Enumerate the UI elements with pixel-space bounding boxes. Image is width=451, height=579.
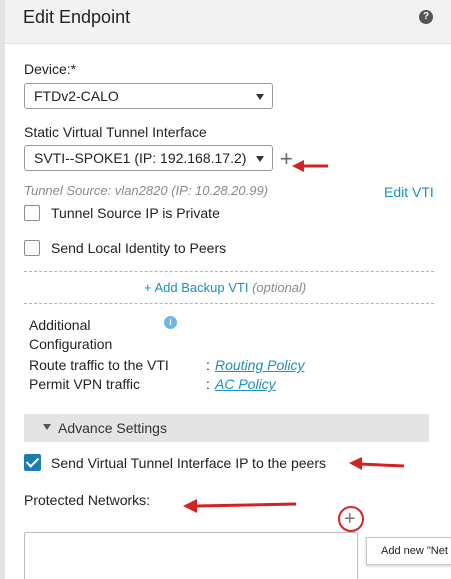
dialog-title: Edit Endpoint bbox=[23, 7, 131, 27]
tunnel-source-text: Tunnel Source: vlan2820 (IP: 10.28.20.99… bbox=[24, 183, 269, 198]
divider bbox=[24, 303, 434, 304]
additional-label-line2: Configuration bbox=[29, 336, 113, 352]
annotation-arrow-icon bbox=[349, 457, 405, 470]
add-new-network-popup[interactable]: Add new "Net bbox=[366, 537, 451, 565]
send-local-identity-label: Send Local Identity to Peers bbox=[51, 240, 227, 256]
additional-configuration-label: Additional Configuration bbox=[29, 316, 112, 354]
add-new-network-label: Add new "Net bbox=[381, 545, 448, 557]
send-vti-ip-checkbox[interactable] bbox=[24, 454, 41, 471]
svti-select-value: SVTI--SPOKE1 (IP: 192.168.17.2) bbox=[34, 150, 247, 166]
advance-settings-label: Advance Settings bbox=[58, 420, 167, 436]
routing-policy-link[interactable]: Routing Policy bbox=[215, 357, 305, 373]
left-panel-border bbox=[0, 0, 5, 579]
device-select[interactable]: FTDv2-CALO bbox=[24, 83, 273, 109]
route-traffic-label: Route traffic to the VTI bbox=[29, 357, 169, 373]
dialog-header: Edit Endpoint ? bbox=[5, 0, 451, 44]
additional-label-line1: Additional bbox=[29, 317, 91, 333]
tunnel-source-private-label: Tunnel Source IP is Private bbox=[51, 205, 220, 221]
chevron-down-icon bbox=[256, 156, 264, 162]
add-backup-vti-label: + Add Backup VTI bbox=[144, 280, 249, 295]
send-vti-ip-label: Send Virtual Tunnel Interface IP to the … bbox=[51, 455, 326, 471]
protected-networks-list[interactable] bbox=[24, 532, 358, 579]
device-select-value: FTDv2-CALO bbox=[34, 88, 119, 104]
chevron-down-icon bbox=[256, 94, 264, 100]
svti-label: Static Virtual Tunnel Interface bbox=[24, 124, 207, 140]
protected-networks-label: Protected Networks: bbox=[24, 492, 151, 508]
question-circle-icon[interactable]: ? bbox=[419, 10, 433, 24]
device-label: Device:* bbox=[24, 61, 77, 77]
advance-settings-toggle[interactable]: Advance Settings bbox=[24, 414, 429, 442]
annotation-arrow-icon bbox=[183, 499, 297, 513]
svti-select[interactable]: SVTI--SPOKE1 (IP: 192.168.17.2) bbox=[24, 145, 273, 171]
permit-colon: : bbox=[206, 376, 210, 392]
annotation-arrow-icon bbox=[292, 160, 328, 172]
route-colon: : bbox=[206, 357, 210, 373]
plus-icon: + bbox=[344, 508, 356, 530]
optional-label: (optional) bbox=[252, 280, 307, 295]
add-backup-vti-link[interactable]: + Add Backup VTI (optional) bbox=[144, 280, 306, 295]
edit-vti-link[interactable]: Edit VTI bbox=[384, 184, 434, 200]
send-local-identity-checkbox[interactable] bbox=[24, 240, 40, 256]
permit-vpn-label: Permit VPN traffic bbox=[29, 376, 140, 392]
ac-policy-link[interactable]: AC Policy bbox=[215, 376, 276, 392]
tunnel-source-private-checkbox[interactable] bbox=[24, 205, 40, 221]
info-icon[interactable]: i bbox=[164, 316, 177, 329]
divider bbox=[24, 271, 434, 272]
add-protected-network-button[interactable]: + bbox=[338, 506, 364, 532]
caret-down-icon bbox=[43, 424, 51, 430]
